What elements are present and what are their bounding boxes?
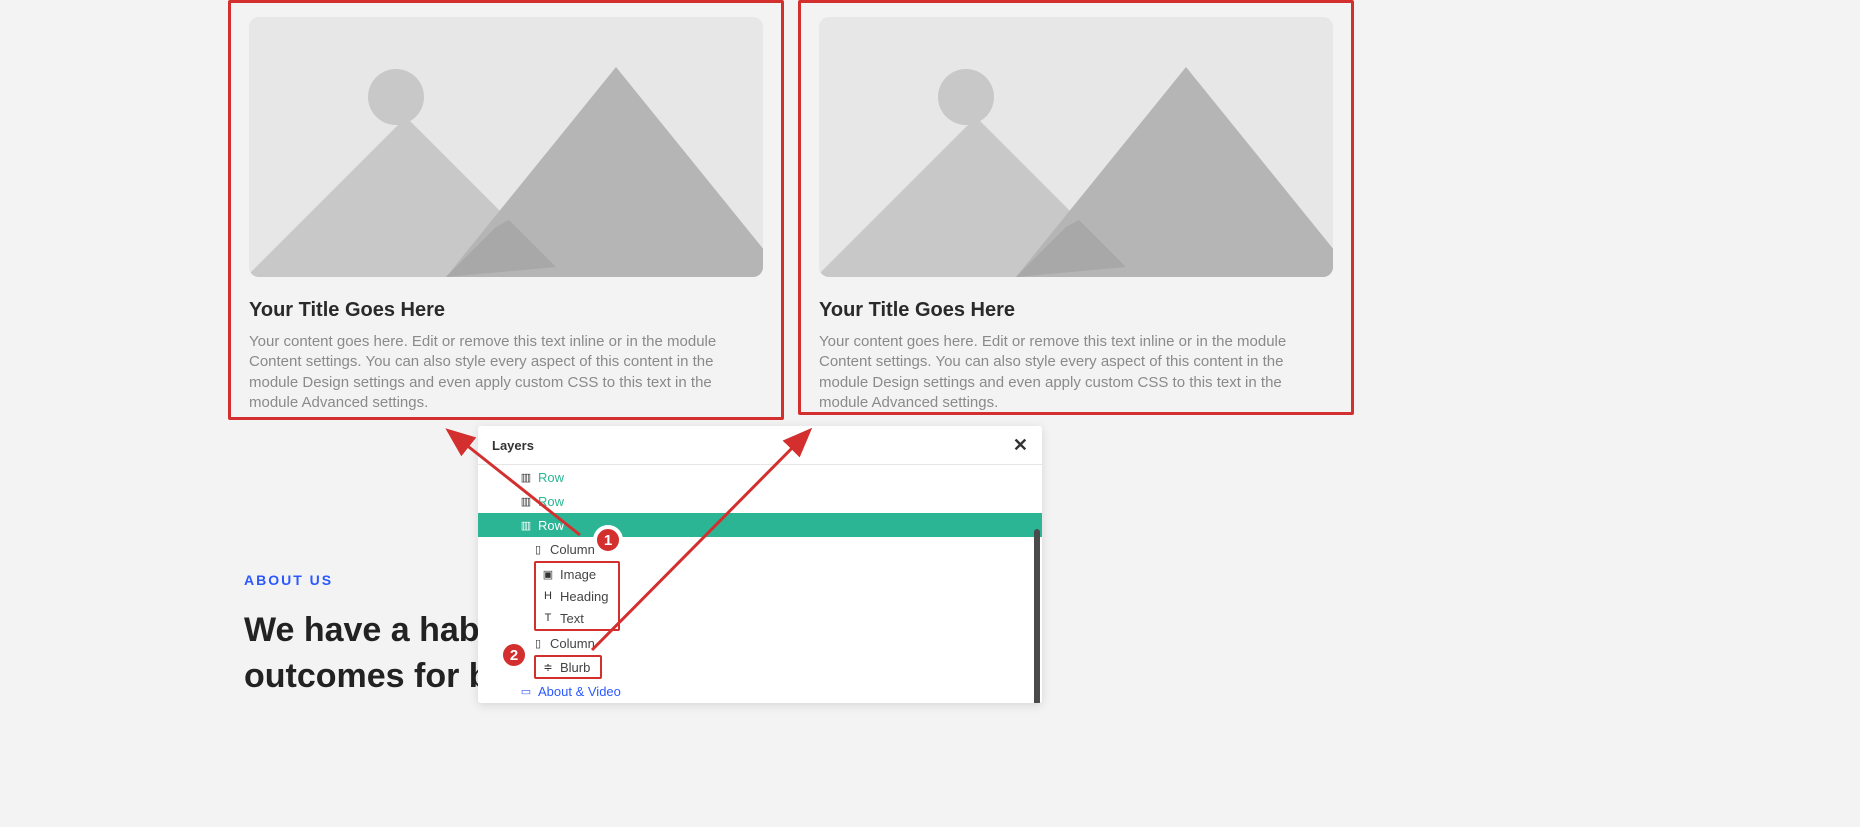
layer-module-image[interactable]: ▣ Image — [536, 563, 608, 585]
text-icon: T — [540, 612, 556, 624]
annotation-badge-2: 2 — [499, 640, 529, 670]
layer-label: Row — [538, 494, 564, 509]
annotation-box: ▣ Image H Heading T Text — [534, 561, 620, 631]
module-card[interactable]: Your Title Goes Here Your content goes h… — [228, 0, 784, 420]
module-card[interactable]: Your Title Goes Here Your content goes h… — [798, 0, 1354, 415]
column-icon: ▯ — [530, 543, 546, 556]
layer-module-blurb[interactable]: ≑ Blurb — [536, 657, 590, 677]
column-icon: ▯ — [530, 637, 546, 650]
layer-row[interactable]: ▥ Row — [478, 489, 1042, 513]
layer-column[interactable]: ▯ Column — [478, 631, 1042, 655]
heading-icon: H — [540, 590, 556, 602]
placeholder-icon — [249, 17, 763, 277]
layer-label: Blurb — [560, 660, 590, 675]
image-placeholder[interactable] — [249, 17, 763, 277]
blurb-icon: ≑ — [540, 661, 556, 674]
layer-module-text[interactable]: T Text — [536, 607, 608, 629]
card-body[interactable]: Your content goes here. Edit or remove t… — [819, 332, 1333, 413]
about-heading-line: outcomes for bu — [244, 657, 510, 695]
about-heading[interactable]: We have a habit outcomes for bu — [244, 608, 510, 700]
about-heading-line: We have a habit — [244, 611, 500, 649]
layers-panel[interactable]: Layers ✕ ▥ Row ▥ Row ▥ Row ▯ Column ▣ — [478, 426, 1042, 703]
layer-label: Row — [538, 518, 564, 533]
image-icon: ▣ — [540, 568, 556, 581]
close-icon[interactable]: ✕ — [1013, 436, 1028, 454]
row-icon: ▥ — [518, 471, 534, 484]
scrollbar-thumb[interactable] — [1034, 529, 1040, 703]
layer-row[interactable]: ▥ Row — [478, 465, 1042, 489]
row-icon: ▥ — [518, 519, 534, 532]
card-body[interactable]: Your content goes here. Edit or remove t… — [249, 332, 763, 413]
image-placeholder[interactable] — [819, 17, 1333, 277]
layer-label: Row — [538, 470, 564, 485]
layer-module-heading[interactable]: H Heading — [536, 585, 608, 607]
layer-column[interactable]: ▯ Column — [478, 537, 1042, 561]
layer-label: Column — [550, 542, 595, 557]
card-title[interactable]: Your Title Goes Here — [249, 299, 763, 322]
card-title[interactable]: Your Title Goes Here — [819, 299, 1333, 322]
about-section: ABOUT US We have a habit outcomes for bu — [244, 572, 510, 700]
layer-section[interactable]: ▭ About & Video — [478, 679, 1042, 703]
layer-row-selected[interactable]: ▥ Row — [478, 513, 1042, 537]
layer-label: Column — [550, 636, 595, 651]
section-icon: ▭ — [518, 685, 534, 698]
layers-panel-title: Layers — [492, 438, 534, 453]
annotation-badge-1: 1 — [593, 525, 623, 555]
layer-label: About & Video — [538, 684, 621, 699]
layer-label: Heading — [560, 589, 608, 604]
placeholder-icon — [819, 17, 1333, 277]
annotation-box: ≑ Blurb — [534, 655, 602, 679]
about-label: ABOUT US — [244, 572, 510, 588]
layer-label: Text — [560, 611, 584, 626]
layer-label: Image — [560, 567, 596, 582]
layers-panel-header: Layers ✕ — [478, 426, 1042, 465]
row-icon: ▥ — [518, 495, 534, 508]
